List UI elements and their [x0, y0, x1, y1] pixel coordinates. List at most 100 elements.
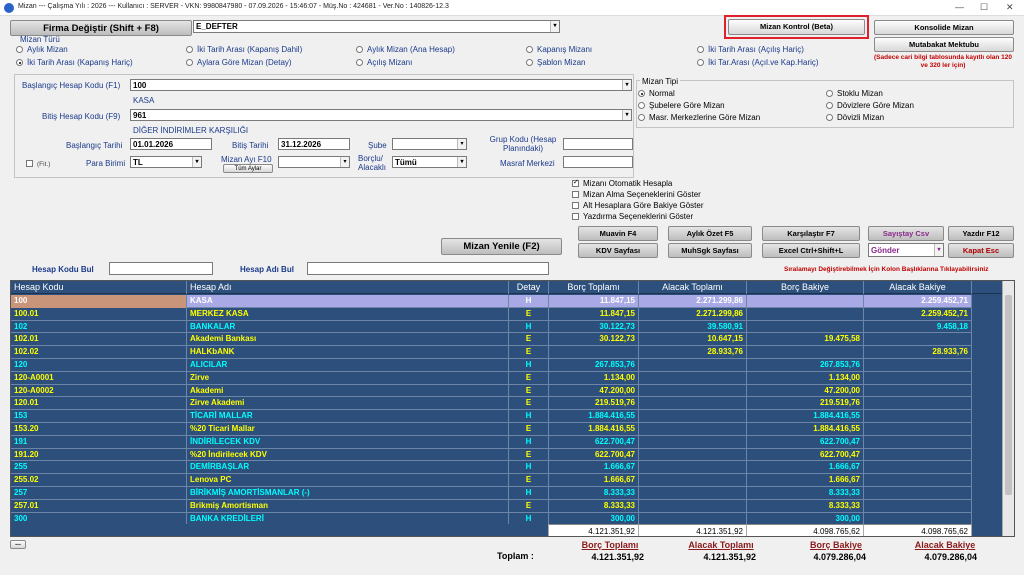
bit-hesap-input[interactable]: 961 ▾ [130, 109, 632, 121]
mizan-turu-radio[interactable]: Şablon Mizan [526, 58, 585, 67]
table-row[interactable]: 100 KASA H 11.847,15 2.271.299,86 2.259.452,7… [11, 295, 972, 308]
firma-degistir-button[interactable]: Firma Değiştir (Shift + F8) [10, 20, 192, 36]
table-row[interactable]: 153.20 %20 Ticari Mallar E 1.884.416,55 1.88… [11, 423, 972, 436]
kapat-button[interactable]: Kapat Esc [948, 243, 1014, 258]
fit-checkbox[interactable]: (Fit.) [26, 160, 50, 168]
close-button[interactable]: ✕ [1006, 2, 1014, 13]
borclu-alacakli-label: Borçlu/ Alacaklı [358, 154, 387, 172]
bas-hesap-label: Başlangıç Hesap Kodu (F1) [22, 81, 121, 90]
table-row[interactable]: 120-A0002 Akademi E 47.200,00 47.200,00 [11, 384, 972, 398]
mizan-turu-radio[interactable]: İki Tarih Arası (Açılış Hariç) [697, 45, 804, 54]
karsilastir-button[interactable]: Karşılaştır F7 [762, 226, 860, 241]
sayistay-csv-button[interactable]: Sayıştay Csv [868, 226, 944, 241]
scrollbar-thumb[interactable] [1005, 295, 1012, 495]
radio-label: Normal [649, 89, 675, 98]
cell-detay: H [509, 320, 549, 334]
col-hesap-kodu[interactable]: Hesap Kodu [11, 281, 187, 294]
table-row[interactable]: 120.01 Zirve Akademi E 219.519,76 219.519,76 [11, 397, 972, 411]
firma-select[interactable]: E_DEFTER ▾ [193, 20, 560, 33]
table-row[interactable]: 191.20 %20 İndirilecek KDV E 622.700,47 622.… [11, 448, 972, 462]
cell-detay: E [509, 307, 549, 321]
table-row[interactable]: 257.01 Brikmiş Amortisman E 8.333,33 8.333,3… [11, 499, 972, 513]
table-row[interactable]: 255 DEMİRBAŞLAR H 1.666,67 1.666,67 [11, 461, 972, 475]
option-checkbox[interactable]: Mizanı Otomatik Hesapla [572, 178, 672, 188]
cell-detay: E [509, 371, 549, 385]
hesap-kodu-bul-input[interactable] [109, 262, 213, 275]
mizan-turu-radio[interactable]: Aylık Mizan [16, 45, 68, 54]
option-checkbox[interactable]: Yazdırma Seçeneklerini Göster [572, 212, 693, 221]
mizan-turu-radio[interactable]: Aylara Göre Mizan (Detay) [186, 58, 292, 67]
mizan-turu-radio[interactable]: Aylık Mizan (Ana Hesap) [356, 45, 455, 54]
mizan-kontrol-button[interactable]: Mizan Kontrol (Beta) [728, 19, 865, 35]
col-detay[interactable]: Detay [509, 281, 549, 294]
mizan-tipi-radio[interactable]: Stoklu Mizan [826, 89, 883, 98]
bas-tarihi-input[interactable]: 01.01.2026 [130, 138, 212, 150]
mizan-turu-radio[interactable]: Açılış Mizanı [356, 58, 412, 67]
mizan-ayi-select[interactable]: ▾ [278, 156, 350, 168]
table-row[interactable]: 257 BİRİKMİŞ AMORTİSMANLAR (-) H 8.333,33 8.… [11, 487, 972, 500]
cell-borc: 11.847,15 [549, 307, 639, 321]
col-alacak-toplami[interactable]: Alacak Toplamı [639, 281, 747, 294]
mizan-turu-radio[interactable]: İki Tar.Arası (Açıl.ve Kap.Hariç) [697, 58, 819, 67]
table-row[interactable]: 102.02 HALKbANK E 28.933,76 28.933,76 [11, 346, 972, 359]
mizan-tipi-radio[interactable]: Şubelere Göre Mizan [638, 101, 725, 110]
col-alacak-bakiye[interactable]: Alacak Bakiye [864, 281, 972, 294]
hesap-adi-bul-input[interactable] [307, 262, 549, 275]
mizan-turu-radio[interactable]: Kapanış Mizanı [526, 45, 592, 54]
chevron-down-icon: ▾ [934, 244, 943, 256]
kdv-sayfasi-button[interactable]: KDV Sayfası [578, 243, 658, 258]
table-row[interactable]: 255.02 Lenova PC E 1.666,67 1.666,67 [11, 474, 972, 487]
cell-name: Lenova PC [187, 474, 509, 487]
mizan-tipi-radio[interactable]: Normal [638, 89, 675, 98]
checkbox-icon [572, 191, 579, 198]
footer-borc-bakiye-link[interactable]: Borç Bakiye [796, 540, 876, 550]
table-row[interactable]: 100.01 MERKEZ KASA E 11.847,15 2.271.299,86 2… [11, 307, 972, 321]
cell-code: 120-A0001 [11, 371, 187, 385]
table-row[interactable]: 102.01 Akademi Bankası E 30.122,73 10.647,15… [11, 333, 972, 347]
maximize-button[interactable]: ☐ [980, 2, 988, 13]
mizan-turu-radio[interactable]: İki Tarih Arası (Kapanış Hariç) [16, 58, 133, 67]
mizan-tipi-radio[interactable]: Masr. Merkezlerine Göre Mizan [638, 113, 760, 122]
tum-aylar-button[interactable]: Tüm Aylar [223, 164, 273, 173]
col-hesap-adi[interactable]: Hesap Adı [187, 281, 509, 294]
excel-button[interactable]: Excel Ctrl+Shift+L [762, 243, 860, 258]
borclu-alacakli-select[interactable]: Tümü ▾ [392, 156, 467, 168]
option-checkbox[interactable]: Alt Hesaplara Göre Bakiye Göster [572, 201, 704, 210]
table-row[interactable]: 153 TİCARİ MALLAR H 1.884.416,55 1.884.416,5… [11, 410, 972, 423]
table-row[interactable]: 120 ALICILAR H 267.853,76 267.853,76 [11, 359, 972, 372]
bit-tarihi-input[interactable]: 31.12.2026 [278, 138, 350, 150]
footer-alacak-bakiye-link[interactable]: Alacak Bakiye [903, 540, 987, 550]
mizan-turu-radio[interactable]: İki Tarih Arası (Kapanış Dahil) [186, 45, 302, 54]
konsolide-mizan-button[interactable]: Konsolide Mizan [874, 20, 1014, 35]
aylik-ozet-button[interactable]: Aylık Özet F5 [668, 226, 752, 241]
footer-borc-toplami-link[interactable]: Borç Toplamı [570, 540, 650, 550]
grid-scrollbar[interactable] [1002, 281, 1014, 536]
sube-select[interactable]: ▾ [392, 138, 467, 150]
table-row[interactable]: 191 İNDİRİLECEK KDV H 622.700,47 622.700,47 [11, 435, 972, 449]
footer-alacak-toplami-link[interactable]: Alacak Toplamı [676, 540, 766, 550]
col-borc-bakiye[interactable]: Borç Bakiye [747, 281, 864, 294]
mizan-tipi-radio[interactable]: Dövizli Mizan [826, 113, 884, 122]
mutabakat-mektubu-button[interactable]: Mutabakat Mektubu [874, 37, 1014, 52]
table-row[interactable]: 102 BANKALAR H 30.122,73 39.580,91 9.458,18 [11, 320, 972, 334]
minimize-button[interactable]: — [955, 2, 964, 12]
radio-label: Açılış Mizanı [367, 58, 413, 67]
cell-name: MERKEZ KASA [187, 307, 509, 321]
option-checkbox[interactable]: Mizan Alma Seçeneklerini Göster [572, 190, 701, 199]
gonder-select[interactable]: Gönder ▾ [868, 243, 944, 257]
mizan-grid[interactable]: Hesap Kodu Hesap Adı Detay Borç Toplamı … [10, 280, 1015, 537]
bas-hesap-input[interactable]: 100 ▾ [130, 79, 632, 91]
masraf-merkezi-input[interactable] [563, 156, 633, 168]
col-borc-toplami[interactable]: Borç Toplamı [549, 281, 639, 294]
cell-borc-bak: 1.666,67 [747, 461, 864, 475]
table-row[interactable]: 120-A0001 Zirve E 1.134,00 1.134,00 [11, 371, 972, 385]
cell-code: 255.02 [11, 474, 187, 487]
mizan-yenile-button[interactable]: Mizan Yenile (F2) [441, 238, 562, 255]
more-button[interactable]: ... [10, 540, 26, 549]
muavin-button[interactable]: Muavin F4 [578, 226, 658, 241]
grup-kodu-input[interactable] [563, 138, 633, 150]
mizan-tipi-radio[interactable]: Dövizlere Göre Mizan [826, 101, 914, 110]
yazdir-button[interactable]: Yazdır F12 [948, 226, 1014, 241]
muhsgk-sayfasi-button[interactable]: MuhSgk Sayfası [668, 243, 752, 258]
para-birimi-select[interactable]: TL ▾ [130, 156, 202, 168]
